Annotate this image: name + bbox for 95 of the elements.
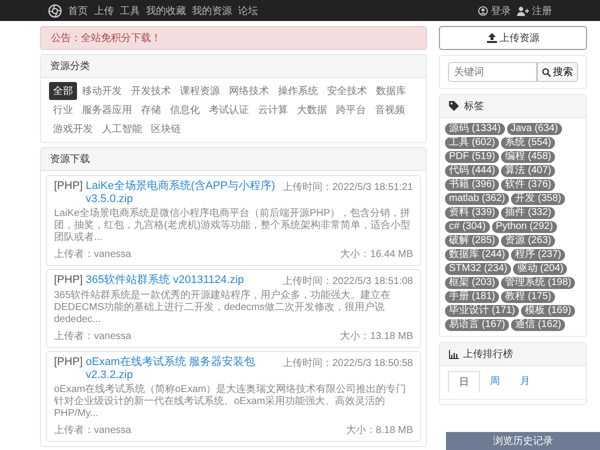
tag-label[interactable]: 模板 (169) (521, 305, 576, 317)
panel-title: 上传排行榜 (463, 348, 513, 361)
tag-label[interactable]: 教程 (175) (501, 291, 556, 303)
history-button[interactable]: 浏览历史记录 (446, 432, 600, 450)
category-link[interactable]: 安全技术 (323, 82, 371, 100)
tag-label[interactable]: 数据库 (244) (445, 249, 510, 261)
upload-icon (486, 33, 496, 43)
category-link[interactable]: 游戏开发 (49, 120, 97, 138)
nav-link[interactable]: 上传 (94, 4, 114, 18)
tag-label[interactable]: Java (634) (506, 123, 562, 135)
tag-label[interactable]: 插件 (332) (501, 207, 556, 219)
language-label: [PHP] (54, 274, 83, 287)
uploader-text: 上传者：vanessa (54, 330, 132, 343)
file-size: 大小：16.44 MB (340, 248, 413, 261)
tag-label[interactable]: matlab (362) (445, 193, 510, 205)
tag-label[interactable]: 破解 (285) (445, 235, 500, 247)
uploader-text: 上传者：vanessa (54, 248, 132, 261)
category-link[interactable]: 移动开发 (78, 82, 126, 100)
tag-label[interactable]: 通信 (162) (511, 319, 566, 331)
chart-icon (449, 350, 459, 358)
tag-label[interactable]: 软件 (376) (501, 179, 556, 191)
category-link[interactable]: 人工智能 (98, 120, 146, 138)
ranking-tab[interactable]: 周 (480, 371, 510, 393)
login-link[interactable]: 登录 (478, 4, 511, 18)
category-link[interactable]: 全部 (49, 82, 77, 100)
upload-time: 上传时间：2022/5/3 18:51:08 (282, 274, 413, 288)
tag-label[interactable]: 工具 (602) (445, 137, 500, 149)
upload-time: 上传时间：2022/5/3 18:50:58 (282, 356, 413, 371)
register-link[interactable]: 注册 (517, 4, 552, 18)
nav-link[interactable]: 我的资源 (192, 4, 232, 18)
category-link[interactable]: 跨平台 (332, 101, 370, 119)
tag-label[interactable]: c# (304) (445, 221, 490, 233)
category-link[interactable]: 行业 (49, 101, 77, 119)
file-size: 大小：13.18 MB (340, 330, 413, 343)
tag-label[interactable]: 资源 (263) (501, 235, 556, 247)
language-label: [PHP] (54, 356, 83, 369)
panel-title: 资源分类 (41, 55, 426, 78)
tag-label[interactable]: 程序 (237) (511, 249, 566, 261)
tag-label[interactable]: 编程 (458) (501, 151, 556, 163)
category-link[interactable]: 考试认证 (205, 101, 253, 119)
tag-label[interactable]: 手册 (181) (445, 291, 500, 303)
tag-label[interactable]: PDF (519) (445, 151, 500, 163)
tag-label[interactable]: Python (292) (492, 221, 557, 233)
tag-label[interactable]: 毕业设计 (171) (445, 305, 520, 317)
category-link[interactable]: 大数据 (293, 101, 331, 119)
category-link[interactable]: 网络技术 (225, 82, 273, 100)
resource-description: LaiKe全场景电商系统是微信小程序电商平台（前后端开源PHP），包含分销，拼团，抽奖，红包，九宫格(老虎机)游戏等功能，整个系统架构非常简单，适合小型团队或者... (54, 208, 412, 244)
resource-link[interactable]: oExam在线考试系统 服务器安装包 v2.3.2.zip (86, 356, 276, 382)
tag-label[interactable]: 书籍 (396) (445, 179, 500, 191)
notice-banner: 公告：全站免积分下载！ (40, 26, 427, 50)
search-icon (542, 68, 551, 76)
category-link[interactable]: 区块链 (147, 120, 185, 138)
category-link[interactable]: 音视频 (371, 101, 409, 119)
category-link[interactable]: 信息化 (166, 101, 204, 119)
category-link[interactable]: 课程资源 (176, 82, 224, 100)
nav-link[interactable]: 首页 (68, 4, 88, 18)
panel-title: 标签 (464, 100, 484, 113)
category-link[interactable]: 开发技术 (127, 82, 175, 100)
resource-description: oExam在线考试系统（简称oExam）是大连奥瑞文网络技术有限公司推出的专门针对企业级设计的新一代在线考试系统。oExam采用功能强大、高效灵活的PHP/My... (54, 384, 408, 420)
nav-link[interactable]: 工具 (120, 4, 140, 18)
tag-label[interactable]: 源码 (1334) (445, 123, 505, 135)
tag-label[interactable]: 系统 (554) (501, 137, 556, 149)
language-label: [PHP] (54, 180, 83, 193)
logo-icon[interactable] (48, 4, 62, 18)
tag-label[interactable]: STM32 (234) (445, 263, 512, 275)
user-plus-icon (517, 6, 529, 16)
tag-icon (449, 101, 460, 111)
category-link[interactable]: 服务器应用 (78, 101, 136, 119)
ranking-tab[interactable]: 月 (510, 371, 540, 393)
tag-label[interactable]: 框架 (203) (445, 277, 500, 289)
user-circle-icon (478, 6, 488, 16)
file-size: 大小：8.18 MB (346, 424, 413, 437)
tag-label[interactable]: 算法 (407) (501, 165, 556, 177)
tag-label[interactable]: 代码 (444) (445, 165, 500, 177)
nav-link[interactable]: 论坛 (238, 4, 258, 18)
category-link[interactable]: 操作系统 (274, 82, 322, 100)
uploader-text: 上传者：vanessa (54, 424, 132, 437)
tag-label[interactable]: 驱动 (204) (513, 263, 568, 275)
nav-link[interactable]: 我的收藏 (146, 4, 186, 18)
resource-link[interactable]: LaiKe全场景电商系统(含APP与小程序) v3.5.0.zip (86, 180, 276, 206)
category-link[interactable]: 云计算 (254, 101, 292, 119)
ranking-tab[interactable]: 日 (448, 371, 480, 393)
upload-button[interactable]: 上传资源 (439, 26, 587, 50)
category-link[interactable]: 存储 (137, 101, 165, 119)
tag-label[interactable]: 开发 (358) (511, 193, 566, 205)
search-button[interactable]: 搜索 (537, 62, 578, 82)
tag-label[interactable]: 管理系统 (198) (501, 277, 576, 289)
tag-label[interactable]: 资料 (339) (445, 207, 500, 219)
upload-time: 上传时间：2022/5/3 18:51:21 (282, 180, 413, 195)
tag-label[interactable]: 易语言 (167) (445, 319, 510, 331)
resource-link[interactable]: 365软件站群系统 v20131124.zip (86, 274, 244, 287)
panel-title: 资源下载 (41, 148, 426, 171)
search-field[interactable]: 关键词 (448, 62, 537, 82)
resource-description: 365软件站群系统是一款优秀的开源建站程序，用户众多，功能强大。建立在DEDECMS功能的基础上进行二开发，dedecms做二次开发修改，很用户说dededec... (54, 290, 392, 326)
category-link[interactable]: 数据库 (372, 82, 410, 100)
